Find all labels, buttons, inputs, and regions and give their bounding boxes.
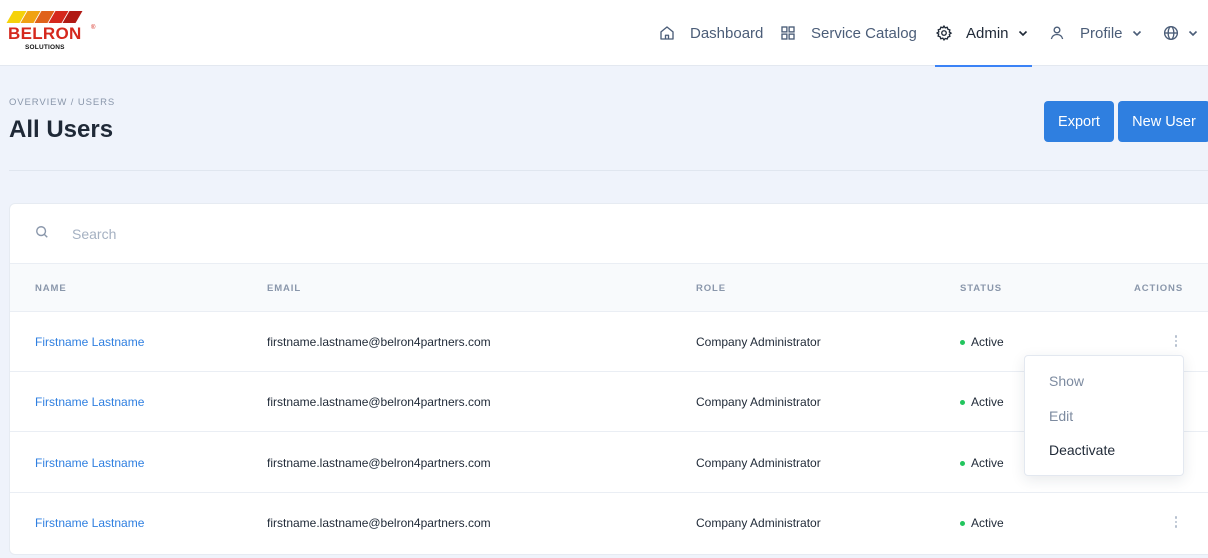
search-icon xyxy=(35,225,49,239)
table-row: Firstname Lastname firstname.lastname@be… xyxy=(10,493,1208,553)
menu-item-edit[interactable]: Edit xyxy=(1025,399,1183,434)
user-role: Company Administrator xyxy=(696,456,821,470)
chevron-down-icon xyxy=(1131,27,1143,39)
nav-service-catalog[interactable]: Service Catalog xyxy=(779,0,917,66)
status-text: Active xyxy=(971,395,1004,409)
page-title: All Users xyxy=(9,116,114,143)
grid-icon xyxy=(779,24,797,42)
menu-item-deactivate[interactable]: Deactivate xyxy=(1025,433,1183,468)
new-user-button[interactable]: New User xyxy=(1118,101,1208,142)
status-dot-icon xyxy=(960,399,965,405)
breadcrumb: OVERVIEW / USERS xyxy=(9,97,116,108)
column-header-status[interactable]: STATUS xyxy=(960,283,1002,294)
user-name-link[interactable]: Firstname Lastname xyxy=(35,456,144,470)
home-icon xyxy=(658,24,676,42)
table-header: NAME EMAIL ROLE STATUS ACTIONS xyxy=(10,264,1208,312)
user-email: firstname.lastname@belron4partners.com xyxy=(267,395,491,409)
logo-registered-mark: ® xyxy=(91,25,96,31)
gear-icon xyxy=(935,24,953,42)
search-bar xyxy=(10,204,1208,264)
globe-icon xyxy=(1162,24,1180,42)
nav-service-catalog-label: Service Catalog xyxy=(811,24,917,42)
user-email: firstname.lastname@belron4partners.com xyxy=(267,516,491,530)
user-icon xyxy=(1048,24,1066,42)
column-header-actions: ACTIONS xyxy=(1134,283,1184,294)
user-role: Company Administrator xyxy=(696,395,821,409)
top-navbar: BELRON ® SOLUTIONS Dashboard Service Cat… xyxy=(0,0,1208,67)
status-dot-icon xyxy=(960,460,965,466)
status-dot-icon xyxy=(960,520,965,526)
nav-profile-label: Profile xyxy=(1080,24,1123,42)
export-button[interactable]: Export xyxy=(1044,101,1114,142)
nav-active-indicator xyxy=(935,65,1032,67)
status-text: Active xyxy=(971,335,1004,349)
nav-language[interactable] xyxy=(1162,0,1199,66)
status-badge: Active xyxy=(960,335,1004,349)
user-name-link[interactable]: Firstname Lastname xyxy=(35,395,144,409)
search-input[interactable] xyxy=(72,222,572,246)
nav-dashboard-label: Dashboard xyxy=(690,24,764,42)
logo-subtitle: SOLUTIONS xyxy=(25,44,65,51)
chevron-down-icon xyxy=(1187,27,1199,39)
user-name-link[interactable]: Firstname Lastname xyxy=(35,335,144,349)
row-actions-kebab-icon[interactable] xyxy=(1170,513,1182,531)
status-badge: Active xyxy=(960,456,1004,470)
menu-item-show[interactable]: Show xyxy=(1025,364,1183,399)
chevron-down-icon xyxy=(1017,27,1029,39)
user-email: firstname.lastname@belron4partners.com xyxy=(267,456,491,470)
status-dot-icon xyxy=(960,339,965,345)
nav-admin-label: Admin xyxy=(966,24,1009,42)
belron-logo[interactable]: BELRON ® SOLUTIONS xyxy=(6,11,98,55)
status-text: Active xyxy=(971,516,1004,530)
nav-admin[interactable]: Admin xyxy=(935,0,1029,66)
user-name-link[interactable]: Firstname Lastname xyxy=(35,516,144,530)
logo-stripes xyxy=(6,11,83,23)
logo-wordmark: BELRON xyxy=(8,24,82,43)
header-divider xyxy=(9,170,1208,171)
nav-profile[interactable]: Profile xyxy=(1048,0,1143,66)
nav-dashboard[interactable]: Dashboard xyxy=(658,0,763,66)
user-role: Company Administrator xyxy=(696,335,821,349)
row-actions-kebab-icon[interactable] xyxy=(1170,332,1182,350)
status-badge: Active xyxy=(960,516,1004,530)
column-header-role[interactable]: ROLE xyxy=(696,283,726,294)
column-header-email[interactable]: EMAIL xyxy=(267,283,301,294)
user-role: Company Administrator xyxy=(696,516,821,530)
user-email: firstname.lastname@belron4partners.com xyxy=(267,335,491,349)
column-header-name[interactable]: NAME xyxy=(35,283,67,294)
status-text: Active xyxy=(971,456,1004,470)
status-badge: Active xyxy=(960,395,1004,409)
row-actions-menu: Show Edit Deactivate xyxy=(1024,355,1184,476)
